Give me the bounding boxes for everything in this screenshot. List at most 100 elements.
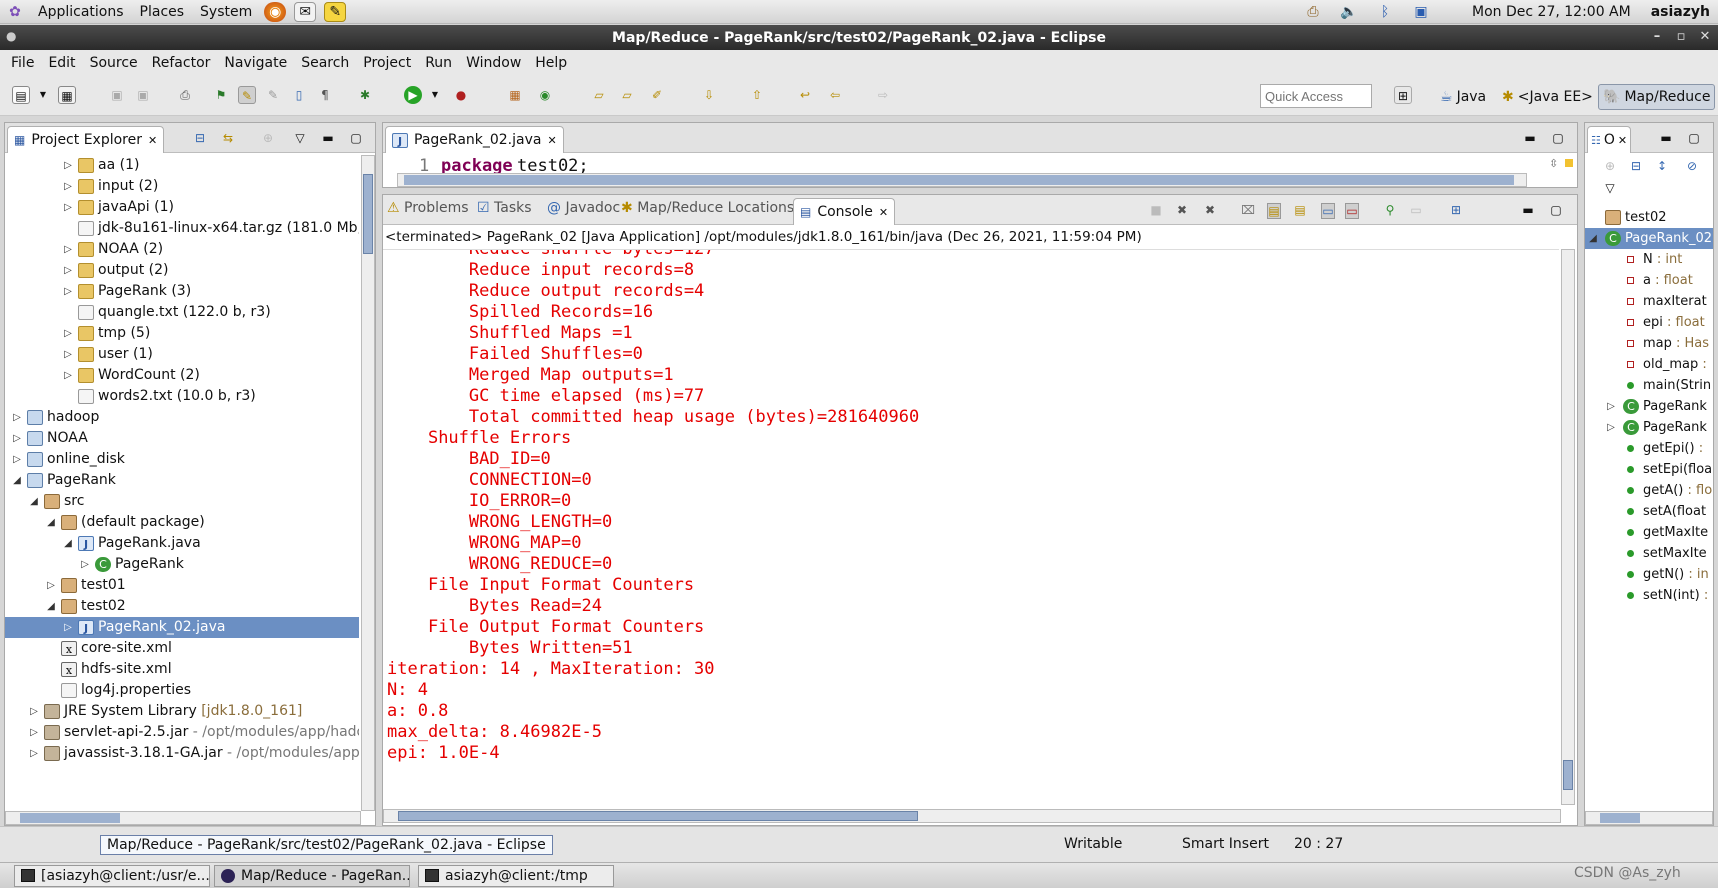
tab-console[interactable]: ▤ Console ✕: [793, 198, 896, 225]
collapsed-twisty-icon[interactable]: ▷: [28, 722, 40, 743]
close-window-icon[interactable]: ✕: [1696, 28, 1714, 46]
new-class-icon[interactable]: ◉: [536, 86, 554, 104]
close-outline-tab-icon[interactable]: ✕: [1618, 134, 1627, 147]
console-hscroll[interactable]: [383, 809, 1561, 823]
perspective-mapreduce[interactable]: 🐘 Map/Reduce: [1598, 84, 1716, 110]
tree-item[interactable]: ▷ aa (1): [5, 155, 359, 176]
remove-launch-icon[interactable]: ✖: [1175, 203, 1189, 217]
tree-item[interactable]: ◢ (default package): [5, 512, 359, 533]
outline-item[interactable]: getMaxIte: [1585, 522, 1713, 543]
clear-console-icon[interactable]: ⌧: [1241, 203, 1255, 217]
tree-item[interactable]: ◢ J PageRank.java: [5, 533, 359, 554]
open-console-icon[interactable]: ⊞: [1449, 203, 1463, 217]
outline-hscroll[interactable]: [1585, 811, 1713, 825]
outline-hide-fields-icon[interactable]: ⊟: [1629, 159, 1643, 173]
menu-window[interactable]: Window: [459, 55, 528, 71]
minimize-view-icon[interactable]: ▬: [321, 131, 335, 145]
editor-minimize-icon[interactable]: ▬: [1523, 131, 1537, 145]
tree-item[interactable]: ▷ WordCount (2): [5, 365, 359, 386]
menu-edit[interactable]: Edit: [41, 55, 82, 71]
task-terminal-usr[interactable]: [asiazyh@client:/usr/e...: [14, 865, 210, 887]
outline-item[interactable]: maxIterat: [1585, 291, 1713, 312]
tab-problems[interactable]: ⚠ Problems: [387, 200, 469, 216]
collapsed-twisty-icon[interactable]: ▷: [45, 575, 57, 596]
open-folder-2-icon[interactable]: ▱: [618, 86, 636, 104]
tree-item[interactable]: ◢ src: [5, 491, 359, 512]
outline-twisty-icon[interactable]: ▷: [1605, 417, 1617, 438]
new-icon[interactable]: ▤: [12, 86, 30, 104]
bluetooth-icon[interactable]: ᛒ: [1374, 2, 1396, 22]
back-icon[interactable]: ⇦: [826, 86, 844, 104]
tree-item[interactable]: x core-site.xml: [5, 638, 359, 659]
collapsed-twisty-icon[interactable]: ▷: [11, 449, 23, 470]
task-terminal-tmp[interactable]: asiazyh@client:/tmp: [418, 865, 614, 887]
menu-run[interactable]: Run: [418, 55, 459, 71]
open-type-icon[interactable]: ▦: [58, 86, 76, 104]
view-menu-icon[interactable]: ▽: [293, 131, 307, 145]
mark-occurrences-icon[interactable]: ✎: [238, 86, 256, 104]
outline-item[interactable]: getA() : flo: [1585, 480, 1713, 501]
new-java-project-icon[interactable]: ▦: [506, 86, 524, 104]
tree-item[interactable]: ▷ servlet-api-2.5.jar - /opt/modules/app/…: [5, 722, 359, 743]
tree-hscroll-thumb[interactable]: [20, 813, 120, 823]
collapsed-twisty-icon[interactable]: ▷: [62, 176, 74, 197]
panel-clock[interactable]: Mon Dec 27, 12:00 AM: [1442, 4, 1645, 20]
collapsed-twisty-icon[interactable]: ▷: [28, 743, 40, 764]
menu-project[interactable]: Project: [356, 55, 418, 71]
tree-item[interactable]: ▷ input (2): [5, 176, 359, 197]
maximize-icon[interactable]: ▫: [1672, 28, 1690, 46]
run-icon[interactable]: ▶: [404, 86, 422, 104]
toggle-breadcrumb-icon[interactable]: ⚑: [212, 86, 230, 104]
minimize-icon[interactable]: –: [1648, 28, 1666, 46]
outline-twisty-icon[interactable]: ◢: [1587, 228, 1599, 249]
expanded-twisty-icon[interactable]: ◢: [62, 533, 74, 554]
tab-mapreduce-locations[interactable]: ✱ Map/Reduce Locations: [621, 200, 794, 216]
tree-item[interactable]: ▷ J PageRank_02.java: [5, 617, 359, 638]
panel-user[interactable]: asiazyh: [1651, 4, 1710, 20]
menu-refactor[interactable]: Refactor: [145, 55, 218, 71]
outline-item[interactable]: a : float: [1585, 270, 1713, 291]
outline-item[interactable]: map : Has: [1585, 333, 1713, 354]
outline-item[interactable]: setMaxIte: [1585, 543, 1713, 564]
tree-item[interactable]: ◢ test02: [5, 596, 359, 617]
outline-minimize-icon[interactable]: ▬: [1659, 131, 1673, 145]
collapsed-twisty-icon[interactable]: ▷: [79, 554, 91, 575]
code-area[interactable]: 1 package test02;: [383, 154, 1543, 174]
expanded-twisty-icon[interactable]: ◢: [11, 470, 23, 491]
expanded-twisty-icon[interactable]: ◢: [28, 491, 40, 512]
editor-overview-icon[interactable]: ⇳: [1549, 157, 1558, 170]
terminate-icon[interactable]: ■: [1149, 203, 1163, 217]
console-vscroll-thumb[interactable]: [1563, 760, 1573, 790]
tree-item[interactable]: ▷ online_disk: [5, 449, 359, 470]
outline-item[interactable]: setEpi(floa: [1585, 459, 1713, 480]
menu-help[interactable]: Help: [528, 55, 574, 71]
open-perspective-icon[interactable]: ⊞: [1394, 86, 1412, 104]
window-menu-icon[interactable]: ●: [6, 29, 16, 43]
collapsed-twisty-icon[interactable]: ▷: [62, 197, 74, 218]
outline-twisty-icon[interactable]: ▷: [1605, 396, 1617, 417]
tree-vertical-scrollbar[interactable]: [361, 155, 375, 811]
open-folder-icon[interactable]: ▱: [590, 86, 608, 104]
expanded-twisty-icon[interactable]: ◢: [45, 512, 57, 533]
outline-item[interactable]: setN(int) :: [1585, 585, 1713, 606]
window-title-bar[interactable]: ● Map/Reduce - PageRank/src/test02/PageR…: [0, 25, 1718, 50]
volume-icon[interactable]: 🔈: [1338, 2, 1360, 22]
maximize-view-icon[interactable]: ▢: [349, 131, 363, 145]
close-editor-tab-icon[interactable]: ✕: [547, 134, 556, 147]
warning-marker-icon[interactable]: [1565, 159, 1573, 167]
outline-item[interactable]: test02: [1585, 207, 1713, 228]
outline-sort-icon[interactable]: ↕: [1655, 159, 1669, 173]
collapsed-twisty-icon[interactable]: ▷: [62, 281, 74, 302]
editor-hscroll-thumb[interactable]: [404, 175, 1514, 185]
tree-item[interactable]: ▷ user (1): [5, 344, 359, 365]
system-menu[interactable]: System: [192, 4, 260, 20]
outline-item[interactable]: N : int: [1585, 249, 1713, 270]
status-insert-mode[interactable]: Smart Insert: [1182, 836, 1269, 852]
collapsed-twisty-icon[interactable]: ▷: [62, 617, 74, 638]
outline-item[interactable]: ◢ C PageRank_02: [1585, 228, 1713, 249]
outline-item[interactable]: old_map :: [1585, 354, 1713, 375]
filter-icon[interactable]: ⊕: [261, 131, 275, 145]
menu-navigate[interactable]: Navigate: [217, 55, 294, 71]
collapsed-twisty-icon[interactable]: ▷: [11, 407, 23, 428]
outline-item[interactable]: setA(float: [1585, 501, 1713, 522]
